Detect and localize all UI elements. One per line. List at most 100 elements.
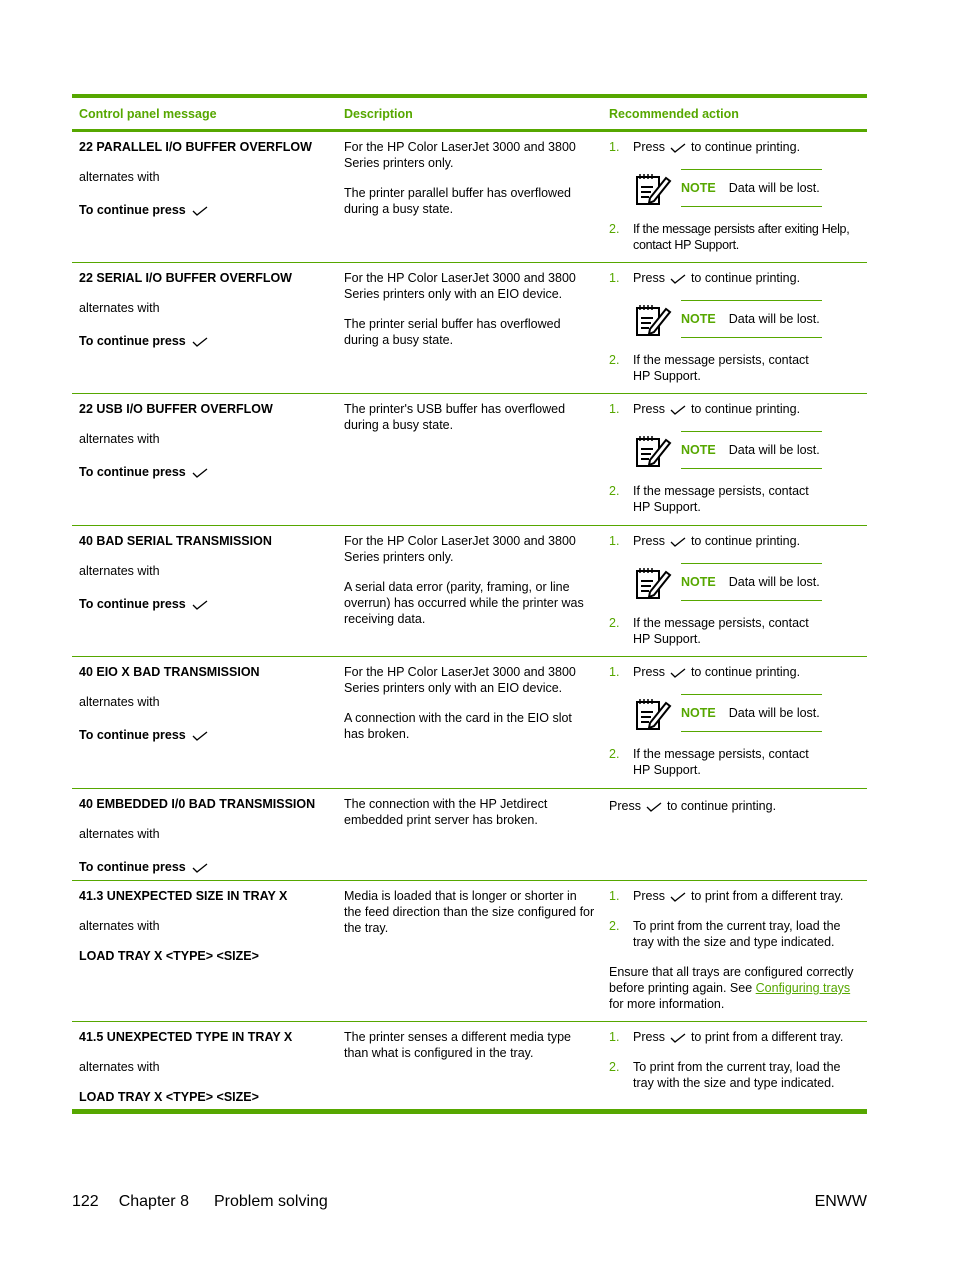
description-cell: For the HP Color LaserJet 3000 and 3800 … xyxy=(337,132,602,262)
section-title: Problem solving xyxy=(213,1193,328,1210)
action-step: 1. Press to continue printing. xyxy=(609,270,860,286)
action-step: 1. Press to continue printing. xyxy=(609,664,860,680)
action-step: 1. Press to continue printing. xyxy=(609,401,860,417)
continue-text: To continue press xyxy=(79,728,186,742)
step-number: 1. xyxy=(609,1030,620,1044)
message-cell: 40 BAD SERIAL TRANSMISSION alternates wi… xyxy=(72,526,337,656)
note-pencil-icon xyxy=(636,568,672,599)
step-text: Press xyxy=(609,799,641,813)
table-row: 22 PARALLEL I/O BUFFER OVERFLOW alternat… xyxy=(72,132,867,263)
checkmark-icon xyxy=(192,337,208,347)
action-cell: 1. Press to continue printing. NOTE Data wi… xyxy=(602,394,867,525)
message-table: Control panel message Description Recomm… xyxy=(72,94,867,1114)
continue-line: To continue press xyxy=(79,596,330,612)
checkmark-icon xyxy=(670,274,686,284)
continue-line: To continue press xyxy=(79,859,330,875)
step-text: To print from the current tray, load the… xyxy=(633,1060,841,1090)
note-pencil-icon xyxy=(636,436,672,467)
table-row: 22 SERIAL I/O BUFFER OVERFLOW alternates… xyxy=(72,263,867,394)
continue-line: To continue press xyxy=(79,727,330,743)
table-row: 40 EIO X BAD TRANSMISSION alternates wit… xyxy=(72,657,867,789)
description-paragraph: Media is loaded that is longer or shorte… xyxy=(344,889,595,935)
note-content: NOTE Data will be lost. xyxy=(681,694,822,732)
chapter-label: Chapter 8 xyxy=(118,1193,189,1210)
checkmark-icon xyxy=(670,892,686,902)
checkmark-icon xyxy=(670,405,686,415)
checkmark-icon xyxy=(670,143,686,153)
checkmark-icon xyxy=(192,468,208,478)
step-number: 1. xyxy=(609,665,620,679)
checkmark-icon xyxy=(192,206,208,216)
action-cell: 1. Press to print from a different tray. 2… xyxy=(602,881,867,1021)
message-title: 22 USB I/O BUFFER OVERFLOW xyxy=(79,402,273,416)
description-paragraph: The printer serial buffer has overflowed… xyxy=(344,317,561,347)
header-control-panel-message: Control panel message xyxy=(79,106,217,121)
action-step: 1. Press to print from a different tray. xyxy=(609,1029,860,1045)
alternates-text: alternates with xyxy=(79,1060,160,1074)
message-cell: 22 PARALLEL I/O BUFFER OVERFLOW alternat… xyxy=(72,132,337,262)
configuring-trays-link[interactable]: Configuring trays xyxy=(756,981,851,995)
description-paragraph: For the HP Color LaserJet 3000 and 3800 … xyxy=(344,534,576,564)
action-step: 2. If the message persists, contact HP Su… xyxy=(609,746,860,778)
description-paragraph: For the HP Color LaserJet 3000 and 3800 … xyxy=(344,271,576,301)
step-text: Press xyxy=(633,534,665,548)
step-number: 2. xyxy=(609,222,620,236)
message-title: 22 PARALLEL I/O BUFFER OVERFLOW xyxy=(79,140,312,154)
note-pencil-icon xyxy=(636,699,672,730)
note-box: NOTE Data will be lost. xyxy=(633,169,860,207)
message-cell: 41.3 UNEXPECTED SIZE IN TRAY X alternate… xyxy=(72,881,337,1021)
description-paragraph: A serial data error (parity, framing, or… xyxy=(344,580,584,626)
alternates-text: alternates with xyxy=(79,301,160,315)
description-cell: Media is loaded that is longer or shorte… xyxy=(337,881,602,1021)
note-box: NOTE Data will be lost. xyxy=(633,300,860,338)
action-text: Press to continue printing. xyxy=(609,798,860,814)
alternates-text: alternates with xyxy=(79,564,160,578)
continue-line: LOAD TRAY X <TYPE> <SIZE> xyxy=(79,949,259,963)
alternates-text: alternates with xyxy=(79,695,160,709)
continue-line: To continue press xyxy=(79,333,330,349)
table-row: 40 EMBEDDED I/0 BAD TRANSMISSION alterna… xyxy=(72,789,867,881)
step-number: 1. xyxy=(609,534,620,548)
alternates-text: alternates with xyxy=(79,827,160,841)
checkmark-icon xyxy=(192,600,208,610)
step-text: If the message persists, contact HP Supp… xyxy=(633,616,809,646)
step-text: Press xyxy=(633,889,665,903)
note-pencil-icon xyxy=(636,174,672,205)
description-cell: The connection with the HP Jetdirect emb… xyxy=(337,789,602,880)
note-label: NOTE xyxy=(681,575,716,589)
description-cell: For the HP Color LaserJet 3000 and 3800 … xyxy=(337,263,602,393)
table-row: 22 USB I/O BUFFER OVERFLOW alternates wi… xyxy=(72,394,867,526)
message-title: 40 EMBEDDED I/0 BAD TRANSMISSION xyxy=(79,797,316,811)
step-text: Press xyxy=(633,140,665,154)
note-text: Data will be lost. xyxy=(728,312,820,326)
step-text: If the message persists, contact HP Supp… xyxy=(633,353,809,383)
paragraph-text: for more information. xyxy=(609,997,725,1011)
action-step: 2. If the message persists, contact HP Su… xyxy=(609,615,860,647)
step-number: 2. xyxy=(609,747,620,761)
step-text: to continue printing. xyxy=(666,799,777,813)
header-description: Description xyxy=(344,106,413,121)
message-title: 41.5 UNEXPECTED TYPE IN TRAY X xyxy=(79,1030,293,1044)
note-label: NOTE xyxy=(681,443,716,457)
description-cell: For the HP Color LaserJet 3000 and 3800 … xyxy=(337,657,602,788)
checkmark-icon xyxy=(192,863,208,873)
locale-code: ENWW xyxy=(814,1193,867,1210)
step-text: If the message persists, contact HP Supp… xyxy=(633,484,809,514)
continue-line: LOAD TRAY X <TYPE> <SIZE> xyxy=(79,1090,259,1104)
note-text: Data will be lost. xyxy=(728,706,820,720)
description-paragraph: A connection with the card in the EIO sl… xyxy=(344,711,572,741)
action-step: 2. To print from the current tray, load t… xyxy=(609,1059,860,1091)
alternates-text: alternates with xyxy=(79,170,160,184)
description-paragraph: The printer parallel buffer has overflow… xyxy=(344,186,571,216)
action-step: 2. To print from the current tray, load t… xyxy=(609,918,860,950)
checkmark-icon xyxy=(646,802,662,812)
note-label: NOTE xyxy=(681,181,716,195)
table-header: Control panel message Description Recomm… xyxy=(72,98,867,132)
step-number: 2. xyxy=(609,1060,620,1074)
note-label: NOTE xyxy=(681,312,716,326)
action-step: 2. If the message persists, contact HP Su… xyxy=(609,352,860,384)
checkmark-icon xyxy=(192,731,208,741)
checkmark-icon xyxy=(670,668,686,678)
note-content: NOTE Data will be lost. xyxy=(681,169,822,207)
step-number: 1. xyxy=(609,402,620,416)
